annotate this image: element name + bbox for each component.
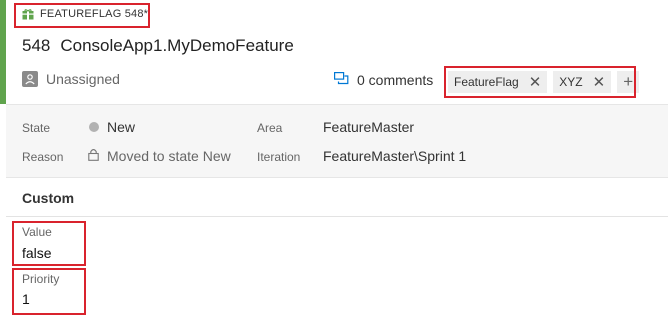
assignee-name: Unassigned (46, 71, 120, 87)
iteration-value[interactable]: FeatureMaster\Sprint 1 (323, 148, 466, 164)
work-item-id: 548 (22, 36, 51, 55)
area-value[interactable]: FeatureMaster (323, 119, 414, 135)
reason-value: Moved to state New (107, 148, 231, 164)
comments-icon (334, 72, 349, 88)
highlight-box-priority (12, 268, 86, 315)
reason-field: Moved to state New (88, 148, 231, 164)
reason-label: Reason (22, 150, 64, 164)
comments-link[interactable]: 0 comments (334, 72, 433, 88)
highlight-box-value (12, 221, 86, 266)
section-divider (6, 216, 668, 217)
comments-count: 0 comments (357, 72, 434, 88)
details-panel: State New Reason Moved to state New Area… (6, 104, 668, 178)
area-label: Area (257, 121, 283, 135)
highlight-box-tags (444, 66, 636, 98)
state-dot-icon (89, 122, 99, 132)
work-item-title[interactable]: ConsoleApp1.MyDemoFeature (60, 36, 293, 56)
highlight-box-type (14, 3, 150, 28)
state-value: New (107, 119, 136, 135)
work-item-color-bar (0, 0, 6, 104)
assignee-picker[interactable]: Unassigned (22, 71, 120, 87)
work-item-title-row[interactable]: 548 ConsoleApp1.MyDemoFeature (22, 36, 294, 56)
state-field[interactable]: New (89, 119, 135, 135)
person-avatar-icon (22, 71, 38, 87)
iteration-label: Iteration (257, 150, 301, 164)
custom-section-title[interactable]: Custom (22, 190, 74, 206)
lock-icon (88, 148, 99, 164)
state-label: State (22, 121, 51, 135)
